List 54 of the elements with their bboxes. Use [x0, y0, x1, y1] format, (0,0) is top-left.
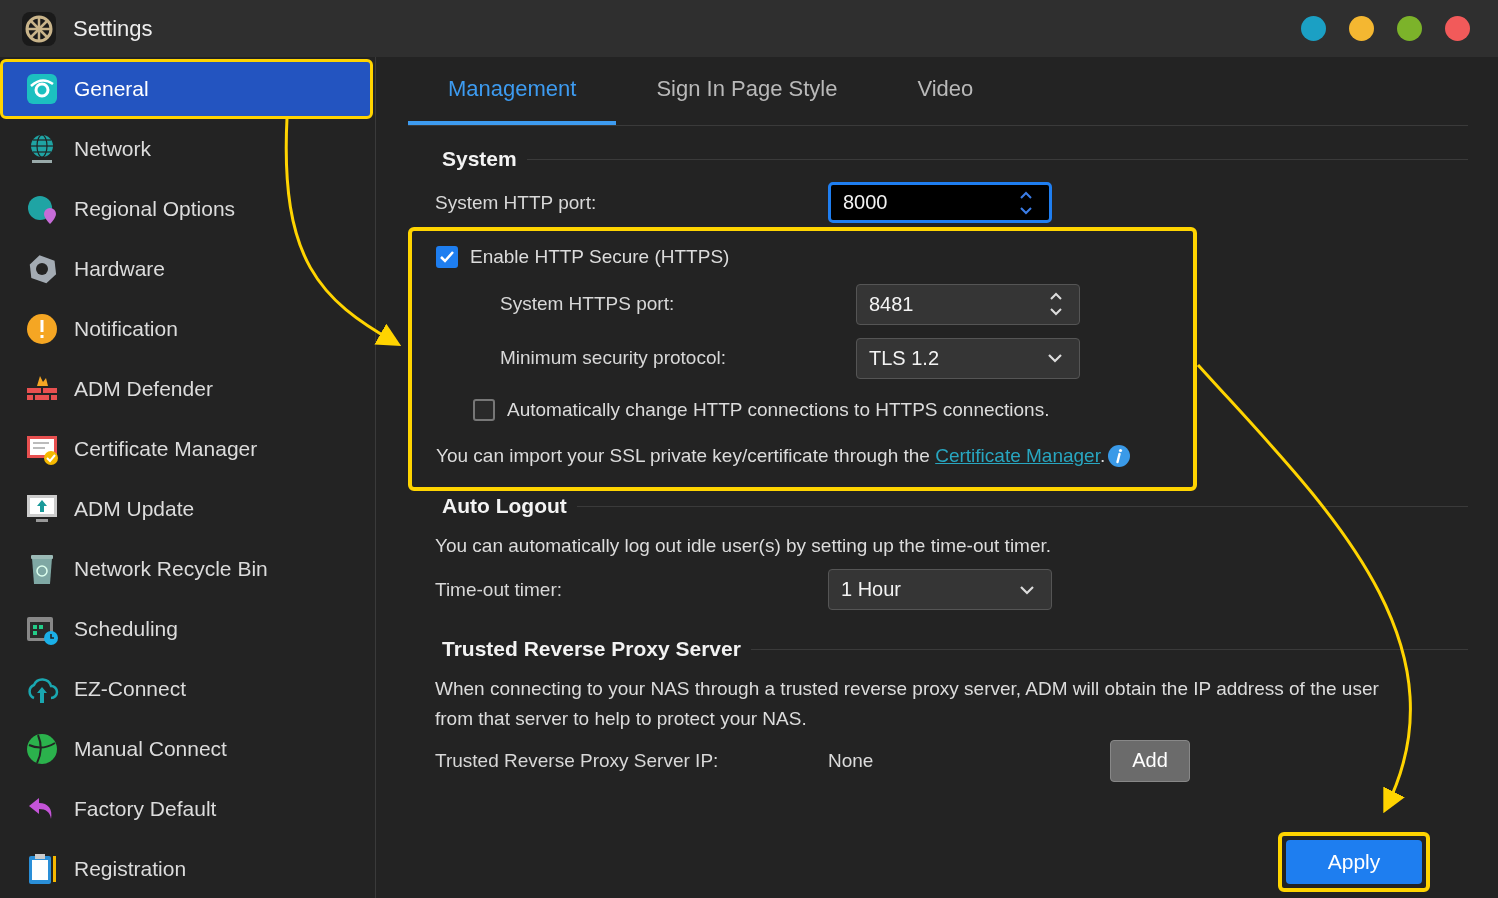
window-control-button[interactable] — [1301, 16, 1326, 41]
sidebar-item[interactable]: ADM Defender — [0, 359, 373, 419]
checkbox[interactable] — [473, 399, 495, 421]
checkbox[interactable] — [436, 246, 458, 268]
sidebar-item[interactable]: General — [0, 59, 373, 119]
description-text: You can automatically log out idle user(s) by setting up the time-out timer. — [435, 534, 1053, 558]
tab[interactable]: Sign In Page Style — [616, 57, 878, 125]
sidebar-item[interactable]: Notification — [0, 299, 373, 359]
note-text: You can import your SSL private key/certificate through the Certificate Manager. — [436, 445, 1106, 467]
add-button[interactable]: Add — [1110, 739, 1190, 782]
sidebar-item[interactable]: Manual Connect — [0, 719, 373, 779]
dropdown[interactable]: TLS 1.2 — [856, 337, 1080, 379]
apply-button[interactable]: Apply — [1286, 840, 1422, 884]
info-icon[interactable] — [1107, 444, 1132, 468]
description-text: When connecting to your NAS through a trusted reverse proxy server, ADM will obtain the IP address of the user from that server to help to protect your NAS. — [435, 677, 1380, 731]
number-input[interactable]: 8481 — [856, 283, 1080, 325]
alert-icon — [25, 312, 59, 346]
field-label: Trusted Reverse Proxy Server IP: — [435, 749, 720, 772]
window-title: Settings — [73, 15, 153, 42]
field-value: None — [828, 749, 875, 772]
chevron-down-icon — [1019, 584, 1035, 595]
sidebar-item[interactable]: Certificate Manager — [0, 419, 373, 479]
sidebar-item[interactable]: Scheduling — [0, 599, 373, 659]
sidebar-item[interactable]: ADM Update — [0, 479, 373, 539]
field-label: Time-out timer: — [435, 578, 564, 601]
section-heading: System — [442, 147, 517, 171]
field-label: Minimum security protocol: — [500, 347, 727, 369]
window-control-button[interactable] — [1397, 16, 1422, 41]
certificate-manager-link[interactable]: Certificate Manager — [935, 445, 1100, 466]
number-input[interactable]: 8000 — [828, 182, 1052, 223]
logo-icon — [25, 72, 59, 106]
spinner-arrows-icon — [1049, 291, 1063, 317]
chevron-down-icon — [1047, 353, 1063, 363]
sidebar-item[interactable]: Hardware — [0, 239, 373, 299]
sidebar-item[interactable]: Network Recycle Bin — [0, 539, 373, 599]
wheel-icon — [22, 11, 56, 46]
dropdown[interactable]: 1 Hour — [828, 569, 1052, 610]
sidebar-item[interactable]: Regional Options — [0, 179, 373, 239]
tab[interactable]: Video — [877, 57, 1014, 125]
sidebar-item[interactable]: EZ-Connect — [0, 659, 373, 719]
sidebar-item[interactable]: Network — [0, 119, 373, 179]
field-label: System HTTP port: — [435, 191, 598, 214]
window-control-button[interactable] — [1445, 16, 1470, 41]
section-heading: Trusted Reverse Proxy Server — [442, 637, 741, 661]
checkbox-label: Automatically change HTTP connections to HTTPS connections. — [507, 399, 1050, 421]
field-label: System HTTPS port: — [500, 293, 676, 315]
section-heading: Auto Logout — [442, 494, 567, 518]
spinner-arrows-icon — [1019, 189, 1033, 216]
tab[interactable]: Management — [408, 57, 617, 125]
checkbox-label: Enable HTTP Secure (HTTPS) — [470, 246, 730, 268]
window-control-button[interactable] — [1349, 16, 1374, 41]
ball-icon — [25, 732, 59, 766]
sidebar-item[interactable]: Factory Default — [0, 779, 373, 839]
sidebar-item[interactable]: Registration — [0, 839, 373, 898]
